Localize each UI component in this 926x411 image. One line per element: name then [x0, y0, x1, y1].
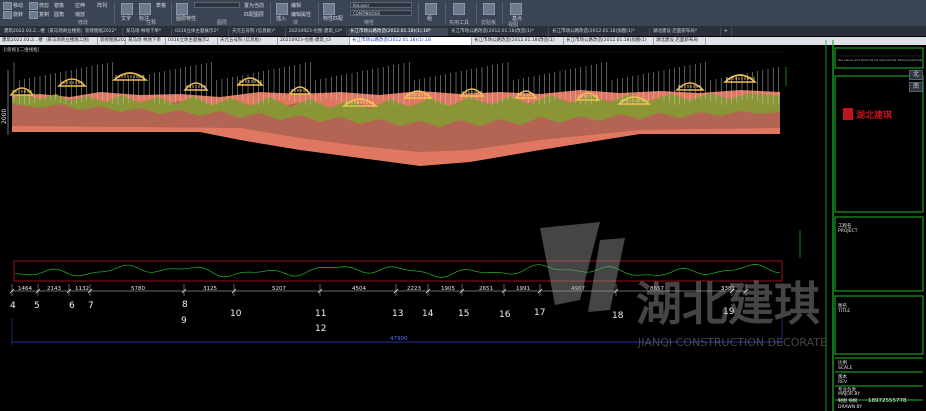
segment-dim: 5780	[131, 286, 145, 292]
node-number: 7	[88, 301, 94, 311]
drawn-by-label-en: DRAWN BY	[838, 405, 863, 410]
watermark-subtitle: JIANQI CONSTRUCTION DECORATE	[637, 336, 827, 349]
mound-marker	[722, 74, 758, 83]
node-number: 18	[612, 311, 624, 321]
segment-dim: 4504	[352, 286, 366, 292]
node-number: 4	[10, 301, 16, 311]
drawn-by-phone: 18972555778	[868, 398, 907, 404]
node-number: 8	[182, 300, 188, 310]
node-number-labels: 4 5 6 7 8 9 10 11 12 13 14 15 16 17 18 1…	[10, 300, 735, 334]
segment-dim: 2651	[479, 286, 493, 292]
segment-dim: 3125	[203, 286, 217, 292]
watermark-name: 湖北建琪	[636, 277, 820, 331]
node-number: 5	[34, 301, 40, 311]
node-number: 16	[499, 310, 511, 320]
node-number: 12	[315, 324, 326, 334]
node-number: 14	[422, 309, 434, 319]
watermark-logo-mark	[540, 222, 600, 305]
node-number: 9	[181, 316, 187, 326]
title-block-logo-cell	[834, 75, 924, 213]
viewcube-north-button[interactable]: 北	[909, 70, 923, 80]
ground-profile-line	[15, 264, 781, 278]
segment-dim: 1905	[441, 286, 455, 292]
title-block-note: the owner and shall not be reproduced wi…	[838, 58, 922, 62]
node-number: 10	[230, 309, 242, 319]
title-cell	[834, 295, 924, 355]
node-number: 6	[69, 301, 75, 311]
node-number: 13	[392, 309, 403, 319]
revision-label-en: REV	[838, 380, 848, 385]
terrain-section	[12, 90, 780, 166]
node-number: 11	[315, 309, 326, 319]
title-label-en: TITLE	[838, 309, 851, 314]
viewcube-south-button[interactable]: 南	[909, 82, 923, 92]
drawing-canvas[interactable]: 2000 1464 2143 1132 5780 3125 5207 4504 …	[0, 0, 926, 411]
height-dimension-text: 2000	[1, 109, 8, 124]
scale-label-en: SCALE	[838, 366, 853, 371]
major-by-label-en: MAJOR BY	[838, 392, 860, 397]
node-number: 17	[534, 308, 545, 318]
node-number: 15	[458, 309, 469, 319]
segment-dim: 2143	[47, 286, 61, 292]
segment-dim: 1132	[75, 286, 89, 292]
segment-dim: 1991	[516, 286, 530, 292]
segment-dim: 2223	[407, 286, 421, 292]
cad-application: 移动 旋转 修剪 复制 镜像 圆角 拉伸 缩放 阵列 修改 文字 标注 表格 注…	[0, 0, 926, 411]
watermark: 湖北建琪 JIANQI CONSTRUCTION DECORATE	[540, 222, 827, 349]
watermark-logo-mark	[588, 238, 625, 312]
project-label-en: PROJECT	[838, 229, 858, 234]
company-logo-mark	[843, 108, 853, 120]
company-logo-text: 湖北建琪	[856, 109, 892, 121]
segment-dim: 5207	[272, 286, 286, 292]
segment-dim: 1464	[18, 286, 32, 292]
drawn-by-label: 制图 徐枫	[838, 399, 858, 404]
mound-marker	[57, 78, 87, 87]
total-dimension-text: 47900	[390, 336, 408, 342]
